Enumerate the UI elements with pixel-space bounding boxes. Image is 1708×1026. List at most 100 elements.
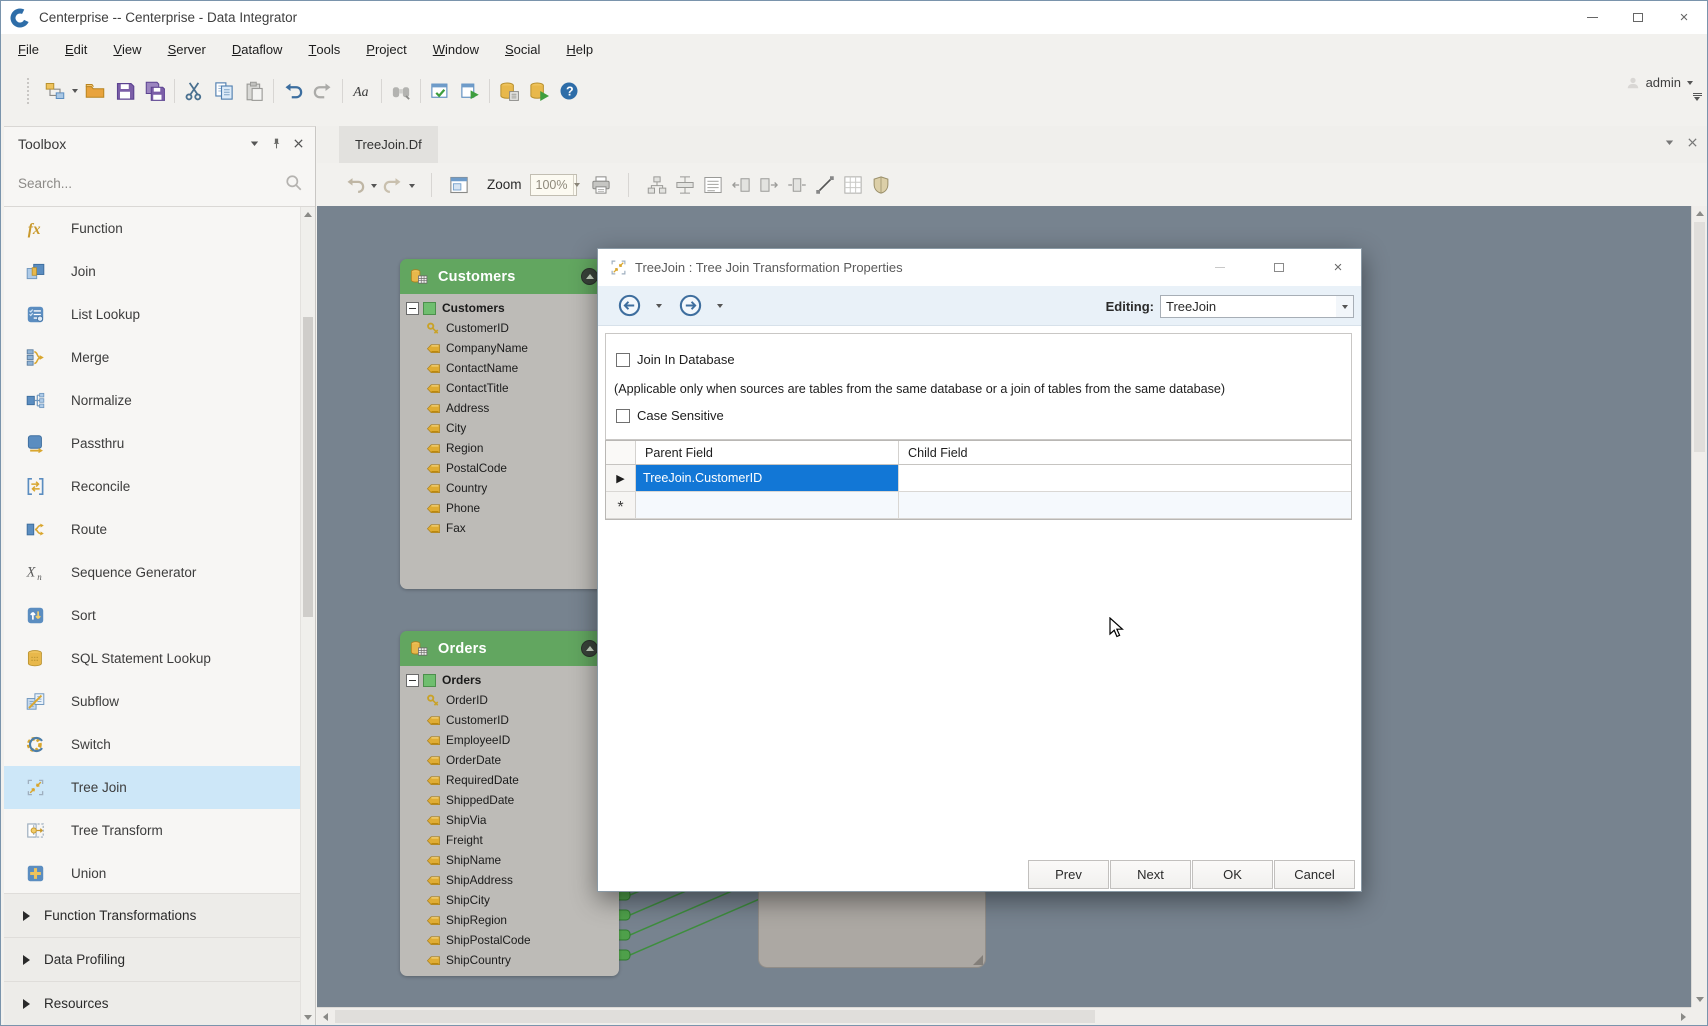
toolbar-button[interactable]	[170, 76, 179, 106]
tree-field-row[interactable]: OrderDate	[400, 750, 619, 770]
next-button[interactable]: Next	[1110, 860, 1191, 889]
toolbox-item[interactable]: Reconcile	[4, 465, 300, 508]
collapse-minus-icon[interactable]	[406, 674, 419, 687]
tree-field-row[interactable]: Phone	[400, 498, 619, 518]
toolbar-button[interactable]	[494, 76, 524, 106]
toolbar-button[interactable]	[839, 171, 867, 199]
toolbar-grip[interactable]	[27, 78, 30, 104]
toolbar-button[interactable]	[587, 171, 615, 199]
scroll-up-icon[interactable]	[1692, 206, 1707, 221]
toolbox-category[interactable]: Resources	[4, 981, 300, 1025]
toolbox-item[interactable]: Switch	[4, 723, 300, 766]
toolbar-button[interactable]	[524, 76, 554, 106]
back-history-icon[interactable]	[656, 304, 662, 308]
toolbox-item[interactable]: Sort	[4, 594, 300, 637]
tree-field-row[interactable]: ShipRegion	[400, 910, 619, 930]
grid-new-row[interactable]: *	[606, 492, 1351, 519]
grid-row[interactable]: ▶ TreeJoin.CustomerID	[606, 465, 1351, 492]
toolbox-category[interactable]: Data Profiling	[4, 937, 300, 981]
menu-item[interactable]: Social	[492, 34, 553, 64]
tree-field-row[interactable]: ShipPostalCode	[400, 930, 619, 950]
tree-field-row[interactable]: Country	[400, 478, 619, 498]
case-sensitive-checkbox[interactable]	[616, 409, 630, 423]
toolbar-button[interactable]	[377, 76, 386, 106]
toolbox-item[interactable]: SQL Statement Lookup	[4, 637, 300, 680]
toolbar-button[interactable]	[755, 171, 783, 199]
tree-field-row[interactable]: CustomerID	[400, 318, 619, 338]
toolbar-button[interactable]	[727, 171, 755, 199]
tree-field-row[interactable]: ContactTitle	[400, 378, 619, 398]
scroll-right-icon[interactable]	[1675, 1008, 1691, 1025]
toolbar-button[interactable]	[341, 171, 369, 199]
menu-item[interactable]: Project	[353, 34, 419, 64]
dialog-maximize-button[interactable]	[1264, 257, 1294, 277]
title-bar[interactable]: Centerprise -- Centerprise - Data Integr…	[1, 1, 1707, 34]
tree-field-row[interactable]: ShipVia	[400, 810, 619, 830]
tree-field-row[interactable]: CompanyName	[400, 338, 619, 358]
scrollbar-thumb[interactable]	[303, 317, 313, 617]
toolbar-button[interactable]	[209, 76, 239, 106]
tree-root-row[interactable]: Customers	[400, 298, 619, 318]
toolbar-overflow-icon[interactable]	[1691, 93, 1703, 101]
forward-history-icon[interactable]	[717, 304, 723, 308]
toolbox-scrollbar[interactable]	[300, 207, 315, 1025]
tree-field-row[interactable]: ShipAddress	[400, 870, 619, 890]
toolbox-item[interactable]: Normalize	[4, 379, 300, 422]
toolbar-button[interactable]	[425, 76, 455, 106]
back-button[interactable]	[618, 294, 641, 317]
cancel-button[interactable]: Cancel	[1274, 860, 1355, 889]
toolbox-item[interactable]: Merge	[4, 336, 300, 379]
tree-field-row[interactable]: Freight	[400, 830, 619, 850]
scroll-down-icon[interactable]	[1692, 992, 1707, 1007]
scrollbar-thumb[interactable]	[1694, 222, 1705, 452]
toolbar-button[interactable]: Aa	[347, 76, 377, 106]
collapse-node-button[interactable]	[581, 640, 598, 657]
toolbar-button[interactable]	[379, 171, 407, 199]
chevron-down-icon[interactable]	[573, 175, 580, 195]
toolbar-button[interactable]	[615, 171, 643, 199]
toolbox-category[interactable]: Function Transformations	[4, 893, 300, 937]
toolbar-button[interactable]: ?	[554, 76, 584, 106]
resize-handle[interactable]	[973, 955, 983, 965]
toolbar-button[interactable]	[671, 171, 699, 199]
close-icon[interactable]	[292, 137, 305, 150]
toolbar-button[interactable]	[867, 171, 895, 199]
close-document-icon[interactable]	[1686, 136, 1699, 149]
toolbox-item[interactable]: Subflow	[4, 680, 300, 723]
tree-field-row[interactable]: ShippedDate	[400, 790, 619, 810]
parent-field-column-header[interactable]: Parent Field	[636, 441, 899, 464]
toolbox-item[interactable]: Join	[4, 250, 300, 293]
chevron-down-icon[interactable]	[1336, 296, 1353, 317]
menu-item[interactable]: Server	[155, 34, 219, 64]
pin-icon[interactable]	[270, 137, 283, 150]
window-list-icon[interactable]	[1663, 136, 1676, 149]
toolbar-button[interactable]	[643, 171, 671, 199]
toolbar-button[interactable]	[445, 171, 473, 199]
dialog-close-button[interactable]: ×	[1323, 257, 1353, 277]
toolbox-item[interactable]: Route	[4, 508, 300, 551]
tree-field-row[interactable]: ContactName	[400, 358, 619, 378]
zoom-select[interactable]: 100%	[530, 174, 577, 196]
toolbar-button[interactable]	[783, 171, 811, 199]
parent-field-cell[interactable]	[636, 492, 899, 518]
customers-source-node[interactable]: Customers Customers CustomerID CompanyNa…	[400, 259, 619, 589]
scroll-down-icon[interactable]	[301, 1010, 315, 1025]
orders-node-header[interactable]: Orders	[400, 631, 619, 666]
collapse-minus-icon[interactable]	[406, 302, 419, 315]
toolbar-button[interactable]	[278, 76, 308, 106]
toolbox-item[interactable]: Tree Transform	[4, 809, 300, 852]
toolbox-item[interactable]: Union	[4, 852, 300, 895]
canvas-horizontal-scrollbar[interactable]	[317, 1007, 1691, 1025]
toolbar-button[interactable]	[110, 76, 140, 106]
minimize-button[interactable]	[1569, 1, 1615, 34]
child-field-column-header[interactable]: Child Field	[899, 441, 1351, 464]
ok-button[interactable]: OK	[1192, 860, 1273, 889]
join-in-database-checkbox[interactable]	[616, 353, 630, 367]
tree-field-row[interactable]: PostalCode	[400, 458, 619, 478]
scrollbar-thumb[interactable]	[335, 1010, 1095, 1023]
toolbar-button[interactable]	[386, 76, 416, 106]
toolbar-button[interactable]	[80, 76, 110, 106]
collapse-node-button[interactable]	[581, 268, 598, 285]
editing-select[interactable]: TreeJoin	[1160, 295, 1354, 318]
tree-field-row[interactable]: EmployeeID	[400, 730, 619, 750]
